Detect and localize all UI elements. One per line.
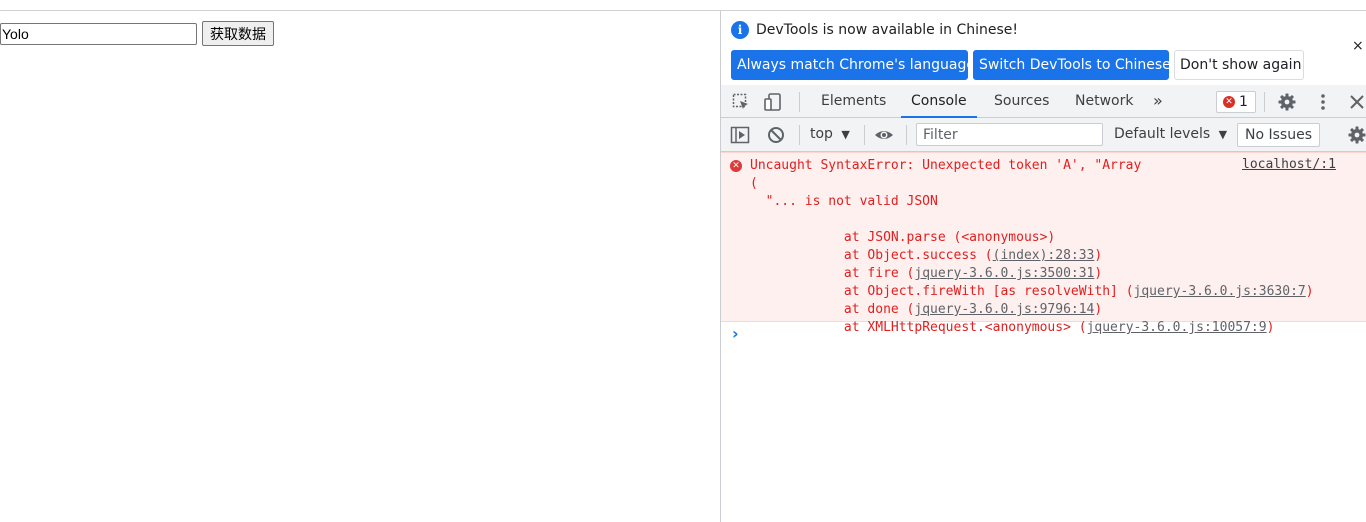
stack-frame: at XMLHttpRequest.<anonymous> (jquery-3.… (750, 301, 1274, 355)
stack-frame-link[interactable]: jquery-3.6.0.js:10057:9 (1087, 320, 1267, 335)
error-source-link[interactable]: localhost/:1 (1242, 157, 1336, 172)
console-settings-gear-icon[interactable] (1347, 125, 1366, 145)
toolbar-separator (906, 125, 907, 145)
chevron-down-icon: ▼ (1218, 128, 1228, 141)
device-toolbar-icon[interactable] (763, 92, 783, 112)
toolbar-separator (864, 125, 865, 145)
console-toolbar: top ▼ Default levels ▼ No Issues (721, 118, 1366, 152)
more-options-icon[interactable] (1313, 92, 1333, 112)
tab-network[interactable]: Network (1065, 85, 1143, 118)
console-messages: ✕ Uncaught SyntaxError: Unexpected token… (721, 152, 1366, 522)
issues-button[interactable]: No Issues (1237, 123, 1320, 147)
tab-sources[interactable]: Sources (984, 85, 1059, 118)
more-tabs-icon[interactable]: » (1143, 85, 1173, 118)
context-selector[interactable]: top ▼ (810, 118, 850, 151)
error-count-badge[interactable]: ✕ 1 (1216, 91, 1256, 113)
fetch-data-button[interactable]: 获取数据 (202, 21, 274, 46)
error-count: 1 (1239, 94, 1248, 110)
stack-frame-text: ) (1305, 284, 1314, 299)
tab-elements[interactable]: Elements (811, 85, 896, 118)
text-input[interactable] (0, 23, 197, 45)
tabbar-separator (799, 92, 800, 112)
log-levels-label: Default levels (1114, 126, 1211, 142)
inspect-element-icon[interactable] (731, 92, 751, 112)
tab-console[interactable]: Console (901, 85, 977, 118)
chevron-down-icon: ▼ (841, 128, 850, 141)
devtools-tabbar: Elements Console Sources Network » ✕ 1 (721, 85, 1366, 118)
stack-frame-text: ) (1266, 320, 1275, 335)
switch-to-chinese-button[interactable]: Switch DevTools to Chinese (973, 50, 1171, 80)
error-text-line: "... is not valid JSON (750, 194, 938, 209)
tabbar-separator (1264, 92, 1265, 112)
infobar-close-icon[interactable]: × (1352, 38, 1364, 54)
info-icon: i (731, 21, 749, 39)
error-text-line: ( (750, 176, 758, 191)
sidebar-toggle-icon[interactable] (730, 125, 750, 145)
filter-input[interactable] (916, 123, 1103, 146)
console-error-message: ✕ Uncaught SyntaxError: Unexpected token… (721, 152, 1366, 335)
context-label: top (810, 126, 833, 142)
match-chrome-language-button[interactable]: Always match Chrome's language (731, 50, 975, 80)
language-infobar: i DevTools is now available in Chinese! … (721, 11, 1366, 85)
stack-frame-link[interactable]: jquery-3.6.0.js:3630:7 (1134, 284, 1306, 299)
stack-frame-text: at XMLHttpRequest.<anonymous> ( (812, 320, 1087, 335)
error-text-line: Uncaught SyntaxError: Unexpected token '… (750, 158, 1142, 173)
toolbar-separator (799, 125, 800, 145)
settings-gear-icon[interactable] (1277, 92, 1297, 112)
dont-show-again-button[interactable]: Don't show again (1174, 50, 1304, 80)
page-viewport: 获取数据 (0, 11, 720, 522)
live-expression-eye-icon[interactable] (874, 125, 894, 145)
devtools-panel: i DevTools is now available in Chinese! … (721, 11, 1366, 522)
infobar-message: DevTools is now available in Chinese! (756, 22, 1018, 38)
error-icon: ✕ (730, 160, 742, 172)
clear-console-icon[interactable] (766, 125, 786, 145)
error-icon: ✕ (1223, 96, 1235, 108)
close-devtools-icon[interactable] (1347, 92, 1366, 112)
log-levels-dropdown[interactable]: Default levels ▼ (1114, 118, 1227, 151)
console-prompt-icon[interactable]: › (732, 326, 739, 342)
